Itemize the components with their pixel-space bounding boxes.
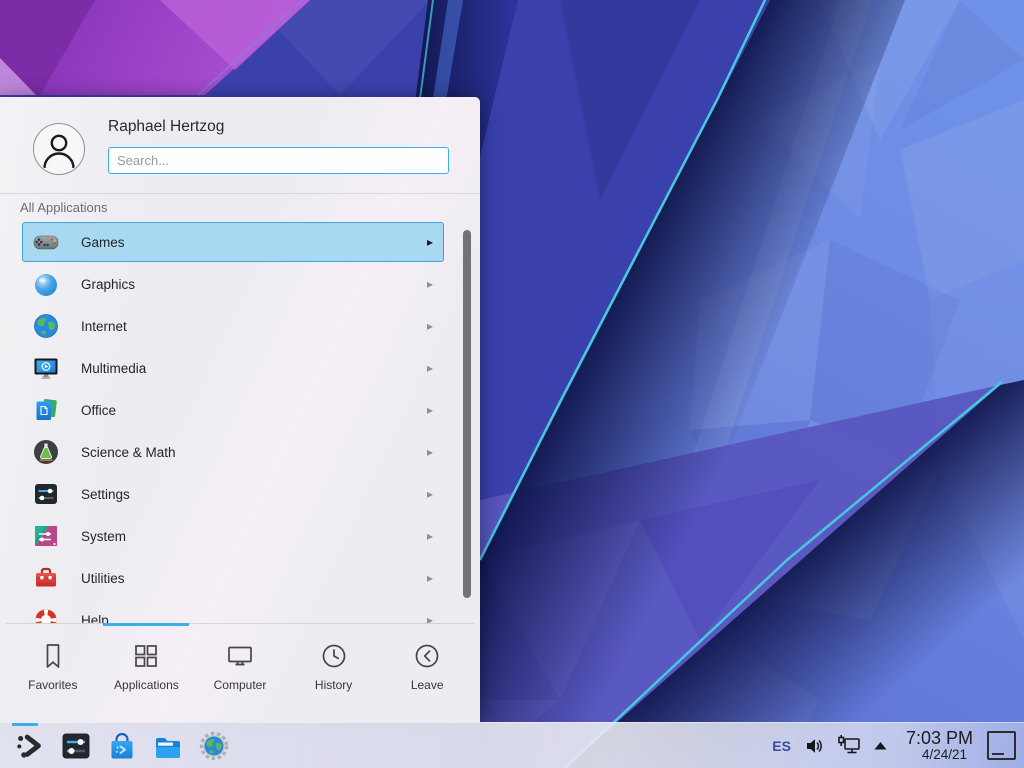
- dolphin-icon: [152, 730, 184, 762]
- submenu-arrow-icon: ▸: [427, 487, 433, 501]
- help-icon: [32, 606, 60, 623]
- tabbar-divider: [6, 623, 474, 624]
- user-avatar[interactable]: [33, 123, 85, 175]
- clock-time: 7:03 PM: [906, 729, 973, 748]
- menu-item-games[interactable]: Games ▸: [22, 222, 444, 262]
- menu-item-label: Science & Math: [81, 445, 176, 460]
- tab-applications[interactable]: Applications: [100, 627, 194, 722]
- science-icon: [32, 438, 60, 466]
- menu-item-label: Office: [81, 403, 116, 418]
- tab-leave[interactable]: Leave: [380, 627, 474, 722]
- menu-item-label: Games: [81, 235, 125, 250]
- menu-item-label: Help: [81, 613, 109, 624]
- launcher-tabbar: Favorites Applications Computer: [6, 627, 474, 722]
- menu-item-label: Graphics: [81, 277, 135, 292]
- active-tab-indicator: [103, 623, 189, 626]
- discover-button[interactable]: [106, 730, 138, 762]
- user-icon: [34, 124, 84, 174]
- discover-icon: [106, 730, 138, 762]
- menu-item-office[interactable]: Office ▸: [22, 390, 444, 430]
- submenu-arrow-icon: ▸: [427, 235, 433, 249]
- system-icon: [32, 522, 60, 550]
- games-icon: [32, 228, 60, 256]
- submenu-arrow-icon: ▸: [427, 529, 433, 543]
- volume-icon: [805, 736, 825, 756]
- graphics-icon: [32, 270, 60, 298]
- utilities-icon: [32, 564, 60, 592]
- multimedia-icon: [32, 354, 60, 382]
- internet-icon: [32, 312, 60, 340]
- tab-label: History: [315, 678, 352, 692]
- settings-icon: [32, 480, 60, 508]
- tab-favorites[interactable]: Favorites: [6, 627, 100, 722]
- menu-item-utilities[interactable]: Utilities ▸: [22, 558, 444, 598]
- desktop: Raphael Hertzog All Applications: [0, 0, 1024, 768]
- menu-item-internet[interactable]: Internet ▸: [22, 306, 444, 346]
- tab-history[interactable]: History: [287, 627, 381, 722]
- menu-item-label: Utilities: [81, 571, 125, 586]
- kickoff-icon: [15, 731, 45, 761]
- user-name: Raphael Hertzog: [108, 118, 224, 136]
- scrollbar-thumb[interactable]: [463, 230, 471, 598]
- history-icon: [319, 641, 349, 671]
- system-settings-icon: [60, 730, 92, 762]
- system-tray: ES: [772, 729, 1024, 762]
- expand-tray-button[interactable]: [873, 740, 888, 751]
- submenu-arrow-icon: ▸: [427, 613, 433, 623]
- submenu-arrow-icon: ▸: [427, 361, 433, 375]
- computer-icon: [225, 641, 255, 671]
- keyboard-layout-indicator[interactable]: ES: [772, 738, 791, 754]
- launcher-active-indicator: [12, 723, 38, 726]
- tab-label: Leave: [411, 678, 444, 692]
- kickoff-launcher-button[interactable]: [14, 730, 46, 762]
- menu-item-science-math[interactable]: Science & Math ▸: [22, 432, 444, 472]
- menu-item-settings[interactable]: Settings ▸: [22, 474, 444, 514]
- header-divider: [0, 193, 480, 194]
- taskbar: ES: [0, 722, 1024, 768]
- system-settings-button[interactable]: [60, 730, 92, 762]
- applications-category-list: Games ▸ Graphics ▸: [22, 222, 444, 623]
- tab-computer[interactable]: Computer: [193, 627, 287, 722]
- menu-item-system[interactable]: System ▸: [22, 516, 444, 556]
- search-input[interactable]: [108, 147, 449, 174]
- dolphin-file-manager-button[interactable]: [152, 730, 184, 762]
- web-browser-button[interactable]: [198, 730, 230, 762]
- submenu-arrow-icon: ▸: [427, 319, 433, 333]
- favorites-icon: [38, 641, 68, 671]
- caret-up-icon: [873, 740, 888, 751]
- tab-label: Favorites: [28, 678, 77, 692]
- volume-button[interactable]: [805, 736, 825, 756]
- clock-date: 4/24/21: [916, 748, 973, 762]
- submenu-arrow-icon: ▸: [427, 571, 433, 585]
- section-label: All Applications: [20, 200, 107, 215]
- leave-icon: [412, 641, 442, 671]
- menu-item-label: System: [81, 529, 126, 544]
- network-icon: [837, 735, 861, 757]
- submenu-arrow-icon: ▸: [427, 403, 433, 417]
- submenu-arrow-icon: ▸: [427, 445, 433, 459]
- tab-label: Applications: [114, 678, 179, 692]
- digital-clock[interactable]: 7:03 PM 4/24/21: [906, 729, 973, 762]
- network-button[interactable]: [837, 735, 861, 757]
- application-launcher-menu: Raphael Hertzog All Applications: [0, 97, 480, 722]
- office-icon: [32, 396, 60, 424]
- menu-item-label: Multimedia: [81, 361, 146, 376]
- menu-item-label: Internet: [81, 319, 127, 334]
- menu-item-label: Settings: [81, 487, 130, 502]
- tab-label: Computer: [214, 678, 267, 692]
- show-desktop-button[interactable]: [987, 731, 1016, 760]
- menu-item-multimedia[interactable]: Multimedia ▸: [22, 348, 444, 388]
- menu-item-help[interactable]: Help ▸: [22, 600, 444, 623]
- submenu-arrow-icon: ▸: [427, 277, 433, 291]
- web-browser-icon: [198, 730, 230, 762]
- menu-item-graphics[interactable]: Graphics ▸: [22, 264, 444, 304]
- applications-icon: [131, 641, 161, 671]
